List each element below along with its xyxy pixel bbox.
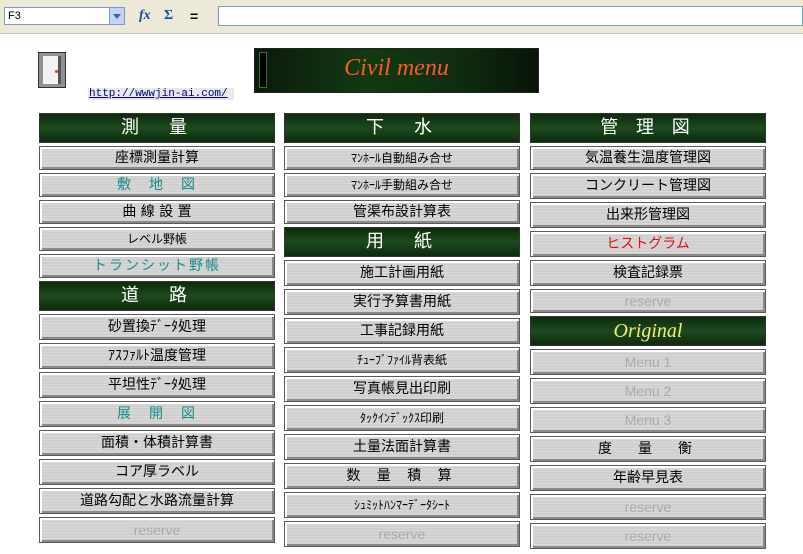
name-box-value: F3 xyxy=(8,10,21,22)
menu-button[interactable]: ﾏﾝﾎｰﾙ手動組み合せ xyxy=(284,173,520,197)
menu-button[interactable]: 実行予算書用紙 xyxy=(284,289,520,315)
website-link[interactable]: http://wwwjin-ai.com/ xyxy=(88,88,234,100)
menu-button[interactable]: レベル野帳 xyxy=(39,227,275,251)
menu-button[interactable]: 施工計画用紙 xyxy=(284,260,520,286)
menu-button[interactable]: ﾀｯｸｲﾝﾃﾞｯｸｽ印刷 xyxy=(284,405,520,431)
equals-icon[interactable]: = xyxy=(190,8,198,24)
menu-button[interactable]: 写真帳見出印刷 xyxy=(284,376,520,402)
menu-button[interactable]: 砂置換ﾃﾞｰﾀ処理 xyxy=(39,314,275,340)
section-header-original: Original xyxy=(530,316,766,346)
reserve-button[interactable]: reserve xyxy=(530,494,766,520)
menu-button[interactable]: 面積・体積計算書 xyxy=(39,430,275,456)
formula-bar: F3 fx Σ = xyxy=(0,0,803,34)
autosum-icon[interactable]: Σ xyxy=(164,8,173,24)
menu-button[interactable]: 管渠布設計算表 xyxy=(284,200,520,224)
menu-button[interactable]: 座標測量計算 xyxy=(39,146,275,170)
reserve-button[interactable]: reserve xyxy=(39,517,275,543)
menu-button[interactable]: ｼｭﾐｯﾄﾊﾝﾏｰﾃﾞｰﾀｼｰﾄ xyxy=(284,492,520,518)
menu-button[interactable]: コア厚ラベル xyxy=(39,459,275,485)
formula-input[interactable] xyxy=(218,6,803,26)
menu-button[interactable]: Menu 3 xyxy=(530,407,766,433)
section-header-road: 道 路 xyxy=(39,281,275,311)
menu-button[interactable]: 工事記録用紙 xyxy=(284,318,520,344)
menu-button[interactable]: 道路勾配と水路流量計算 xyxy=(39,488,275,514)
menu-button[interactable]: 出来形管理図 xyxy=(530,202,766,228)
menu-button[interactable]: 年齢早見表 xyxy=(530,465,766,491)
worksheet: http://wwwjin-ai.com/ Civil menu 測 量 座標測… xyxy=(0,34,803,554)
menu-button[interactable]: コンクリート管理図 xyxy=(530,173,766,199)
menu-button[interactable]: トランシット野帳 xyxy=(39,254,275,278)
page-title-banner: Civil menu xyxy=(254,48,539,93)
section-header-control-chart: 管 理 図 xyxy=(530,113,766,143)
section-header-forms: 用 紙 xyxy=(284,227,520,257)
menu-button[interactable]: 気温養生温度管理図 xyxy=(530,146,766,170)
menu-button[interactable]: ヒストグラム xyxy=(530,231,766,257)
menu-button[interactable]: ﾁｭｰﾌﾞﾌｧｲﾙ背表紙 xyxy=(284,347,520,373)
menu-button[interactable]: ｱｽﾌｧﾙﾄ温度管理 xyxy=(39,343,275,369)
menu-column-2: 下 水 ﾏﾝﾎｰﾙ自動組み合せ ﾏﾝﾎｰﾙ手動組み合せ 管渠布設計算表 用 紙 … xyxy=(284,113,520,550)
insert-function-icon[interactable]: fx xyxy=(139,8,151,24)
chevron-down-icon[interactable] xyxy=(109,8,124,24)
menu-button[interactable]: Menu 2 xyxy=(530,378,766,404)
menu-button[interactable]: ﾏﾝﾎｰﾙ自動組み合せ xyxy=(284,146,520,170)
menu-button[interactable]: 平坦性ﾃﾞｰﾀ処理 xyxy=(39,372,275,398)
menu-button[interactable]: 敷 地 図 xyxy=(39,173,275,197)
menu-button[interactable]: 曲 線 設 置 xyxy=(39,200,275,224)
menu-button[interactable]: 度 量 衡 xyxy=(530,436,766,462)
reserve-button[interactable]: reserve xyxy=(530,523,766,549)
name-box[interactable]: F3 xyxy=(4,7,125,25)
menu-button[interactable]: 土量法面計算書 xyxy=(284,434,520,460)
menu-column-1: 測 量 座標測量計算 敷 地 図 曲 線 設 置 レベル野帳 トランシット野帳 … xyxy=(39,113,275,546)
reserve-button[interactable]: reserve xyxy=(284,521,520,547)
menu-button[interactable]: 検査記録票 xyxy=(530,260,766,286)
section-header-survey: 測 量 xyxy=(39,113,275,143)
menu-button[interactable]: 数 量 積 算 xyxy=(284,463,520,489)
menu-button[interactable]: 展 開 図 xyxy=(39,401,275,427)
menu-column-3: 管 理 図 気温養生温度管理図 コンクリート管理図 出来形管理図 ヒストグラム … xyxy=(530,113,766,552)
page-title: Civil menu xyxy=(344,55,449,81)
menu-button[interactable]: Menu 1 xyxy=(530,349,766,375)
exit-door-icon[interactable] xyxy=(38,52,66,88)
section-header-sewer: 下 水 xyxy=(284,113,520,143)
reserve-button[interactable]: reserve xyxy=(530,289,766,313)
